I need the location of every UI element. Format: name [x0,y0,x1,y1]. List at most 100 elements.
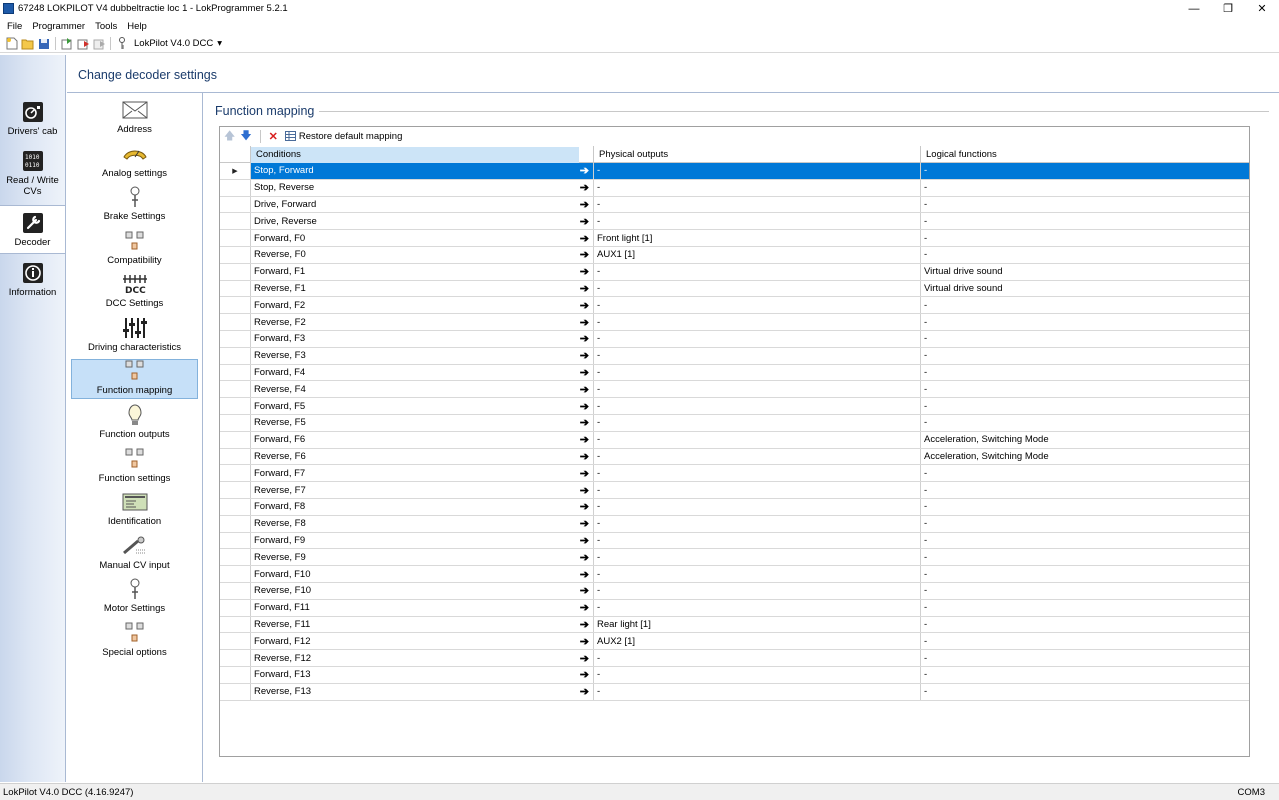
row-indicator[interactable] [220,498,251,515]
table-row[interactable]: Reverse, F12 ➔ - - [220,650,1249,667]
row-indicator[interactable] [220,431,251,448]
open-folder-icon[interactable] [20,36,36,52]
table-row[interactable]: Forward, F12 ➔ AUX2 [1] - [220,633,1249,651]
cell-physical-output[interactable]: - [594,297,921,314]
cell-logical-function[interactable]: - [921,684,1249,700]
cell-logical-function[interactable]: - [921,465,1249,481]
cell-condition[interactable]: Forward, F5 ➔ [251,398,594,414]
cell-condition[interactable]: Reverse, F5 ➔ [251,414,594,431]
row-indicator[interactable] [220,314,251,330]
cell-condition[interactable]: Forward, F1 ➔ [251,263,594,280]
subnav-compatibility[interactable]: Compatibility [71,228,198,268]
table-row[interactable]: Forward, F4 ➔ - - [220,364,1249,382]
menu-file[interactable]: File [2,21,27,32]
cell-condition[interactable]: Reverse, F12 ➔ [251,650,594,666]
cell-condition[interactable]: Forward, F11 ➔ [251,599,594,616]
cell-physical-output[interactable]: - [594,515,921,532]
cell-logical-function[interactable]: - [921,381,1249,397]
row-indicator[interactable] [220,213,251,230]
row-indicator[interactable] [220,599,251,616]
cell-physical-output[interactable]: - [594,263,921,280]
cell-condition[interactable]: Reverse, F10 ➔ [251,582,594,599]
table-row[interactable]: Forward, F8 ➔ - - [220,498,1249,516]
row-indicator[interactable] [220,330,251,347]
cell-logical-function[interactable]: - [921,667,1249,683]
move-down-icon[interactable]: 🡇 [240,127,251,146]
row-indicator[interactable]: ▶ [220,163,251,179]
cell-physical-output[interactable]: - [594,465,921,482]
cell-logical-function[interactable]: - [921,348,1249,364]
cell-physical-output[interactable]: - [594,213,921,230]
cell-logical-function[interactable]: - [921,516,1249,532]
new-file-icon[interactable] [4,36,20,52]
subnav-motor-settings[interactable]: Motor Settings [71,576,198,616]
cell-condition[interactable]: Reverse, F9 ➔ [251,549,594,566]
table-row[interactable]: Forward, F5 ➔ - - [220,398,1249,415]
delete-icon[interactable]: ✕ [269,130,278,143]
cell-physical-output[interactable]: - [594,364,921,381]
table-row[interactable]: Reverse, F2 ➔ - - [220,314,1249,331]
minimize-button[interactable]: — [1177,0,1211,17]
subnav-address[interactable]: Address [71,97,198,137]
row-indicator[interactable] [220,532,251,549]
subnav-brake-settings[interactable]: Brake Settings [71,184,198,224]
close-button[interactable]: ✕ [1245,0,1279,17]
cell-physical-output[interactable]: - [594,414,921,431]
row-indicator[interactable] [220,616,251,633]
cell-condition[interactable]: Drive, Reverse ➔ [251,213,594,230]
subnav-identification[interactable]: Identification [71,489,198,529]
nav-read-write-cvs[interactable]: 1010 0110 Read / Write CVs [0,150,65,197]
row-indicator[interactable] [220,196,251,213]
table-row[interactable]: Forward, F2 ➔ - - [220,297,1249,315]
subnav-dcc-settings[interactable]: DCC DCC Settings [71,271,198,311]
restore-button[interactable]: ❐ [1211,0,1245,17]
table-row[interactable]: Reverse, F10 ➔ - - [220,582,1249,600]
cell-condition[interactable]: Reverse, F11 ➔ [251,616,594,633]
row-indicator[interactable] [220,280,251,297]
cell-condition[interactable]: Forward, F8 ➔ [251,498,594,515]
cell-condition[interactable]: Forward, F0 ➔ [251,230,594,246]
cell-physical-output[interactable]: Front light [1] [594,230,921,246]
cell-condition[interactable]: Forward, F4 ➔ [251,364,594,381]
table-row[interactable]: Reverse, F7 ➔ - - [220,482,1249,499]
export-icon[interactable] [75,36,91,52]
table-row[interactable]: Reverse, F9 ➔ - - [220,549,1249,567]
row-indicator[interactable] [220,347,251,364]
cell-condition[interactable]: Reverse, F6 ➔ [251,448,594,465]
row-indicator[interactable] [220,666,251,683]
table-row[interactable]: Reverse, F11 ➔ Rear light [1] - [220,616,1249,634]
cell-physical-output[interactable]: - [594,448,921,465]
cell-physical-output[interactable]: - [594,683,921,700]
cell-logical-function[interactable]: Virtual drive sound [921,264,1249,280]
subnav-manual-cv-input[interactable]: Manual CV input [71,533,198,573]
cell-logical-function[interactable]: - [921,213,1249,229]
row-indicator[interactable] [220,246,251,263]
cell-condition[interactable]: Reverse, F13 ➔ [251,683,594,700]
table-row[interactable]: Forward, F0 ➔ Front light [1] - [220,230,1249,247]
row-indicator[interactable] [220,179,251,196]
decoder-key-icon[interactable] [114,36,130,52]
cell-logical-function[interactable]: Acceleration, Switching Mode [921,449,1249,465]
table-row[interactable]: Forward, F6 ➔ - Acceleration, Switching Mod… [220,431,1249,449]
subnav-driving-characteristics[interactable]: Driving characteristics [71,315,198,355]
row-indicator[interactable] [220,364,251,381]
table-row[interactable]: Reverse, F8 ➔ - - [220,515,1249,533]
cell-physical-output[interactable]: - [594,566,921,582]
cell-logical-function[interactable]: Acceleration, Switching Mode [921,432,1249,448]
subnav-special-options[interactable]: Special options [71,620,198,660]
cell-logical-function[interactable]: - [921,365,1249,381]
cell-condition[interactable]: Reverse, F0 ➔ [251,246,594,263]
cell-physical-output[interactable]: - [594,347,921,364]
row-indicator[interactable] [220,297,251,314]
cell-condition[interactable]: Reverse, F4 ➔ [251,381,594,398]
table-row[interactable]: Forward, F9 ➔ - - [220,532,1249,550]
cell-condition[interactable]: Reverse, F3 ➔ [251,347,594,364]
cell-condition[interactable]: Reverse, F1 ➔ [251,280,594,297]
cell-logical-function[interactable]: - [921,197,1249,213]
table-row[interactable]: Reverse, F4 ➔ - - [220,381,1249,399]
cell-logical-function[interactable]: - [921,230,1249,246]
row-indicator[interactable] [220,381,251,398]
cell-logical-function[interactable]: - [921,499,1249,515]
cell-physical-output[interactable]: - [594,482,921,498]
row-indicator[interactable] [220,398,251,414]
